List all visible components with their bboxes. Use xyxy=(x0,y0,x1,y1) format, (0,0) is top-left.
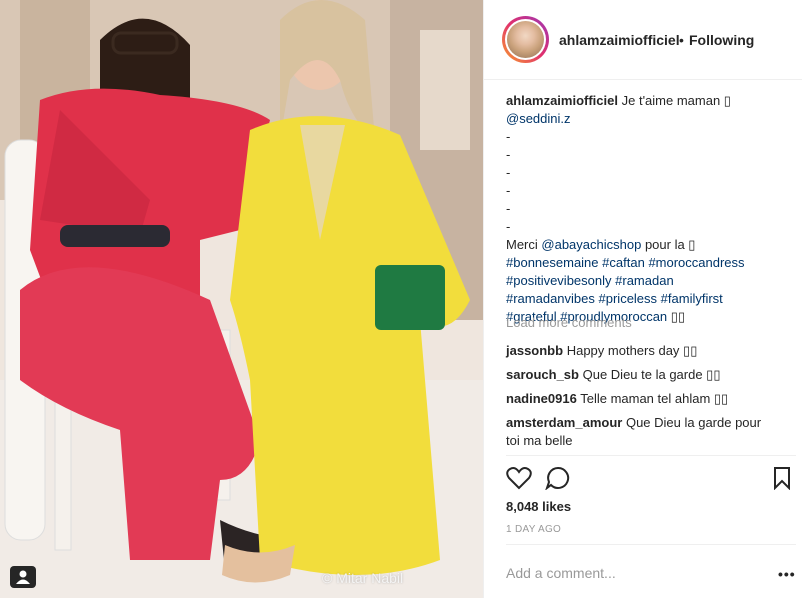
comment-item: amsterdam_amour Que Dieu la garde pour t… xyxy=(506,414,776,450)
caption-username[interactable]: ahlamzaimiofficiel xyxy=(506,93,618,108)
caption-dash: - xyxy=(506,147,511,162)
add-comment-input[interactable]: Add a comment... xyxy=(506,565,616,581)
bookmark-icon[interactable] xyxy=(772,466,792,493)
more-options-button[interactable]: ••• xyxy=(778,566,796,582)
mention-link[interactable]: @seddini.z xyxy=(506,111,571,126)
header-separator: • xyxy=(679,32,684,48)
mention-link[interactable]: @abayachicshop xyxy=(541,237,641,252)
hashtag-link[interactable]: #moroccandress xyxy=(648,255,744,270)
photo-watermark: © Mitar Nabil xyxy=(322,570,404,586)
comment-text: Happy mothers day ▯▯ xyxy=(566,343,698,358)
user-tag-icon[interactable] xyxy=(10,566,36,588)
post-sidebar: ahlamzaimiofficiel • Following ahlamzaim… xyxy=(483,0,802,598)
post-header: ahlamzaimiofficiel • Following xyxy=(484,0,802,80)
header-username[interactable]: ahlamzaimiofficiel xyxy=(559,32,680,48)
divider xyxy=(506,544,796,545)
caption-dash: - xyxy=(506,129,511,144)
comment-text: Telle maman tel ahlam ▯▯ xyxy=(580,391,729,406)
comment-item: nadine0916 Telle maman tel ahlam ▯▯ xyxy=(506,390,776,408)
hashtag-link[interactable]: #ramadan xyxy=(615,273,674,288)
comment-username[interactable]: sarouch_sb xyxy=(506,367,579,382)
comment-username[interactable]: nadine0916 xyxy=(506,391,577,406)
comment-username[interactable]: jassonbb xyxy=(506,343,563,358)
hashtag-link[interactable]: #ramadanvibes xyxy=(506,291,595,306)
hashtag-link[interactable]: #caftan xyxy=(602,255,645,270)
photo-illustration xyxy=(0,0,483,598)
heart-icon[interactable] xyxy=(506,466,532,493)
caption-dash: - xyxy=(506,201,511,216)
hashtag-link[interactable]: #priceless xyxy=(599,291,658,306)
caption-dash: - xyxy=(506,165,511,180)
hashtag-link[interactable]: #bonnesemaine xyxy=(506,255,599,270)
caption-dash: - xyxy=(506,219,511,234)
load-more-comments-button[interactable]: Load more comments xyxy=(506,315,632,330)
instagram-post-modal: © Mitar Nabil ahlamzaimiofficiel • Follo… xyxy=(0,0,802,598)
post-timestamp[interactable]: 1 DAY AGO xyxy=(506,524,561,535)
caption-text: Je t'aime maman ▯ xyxy=(621,93,731,108)
likes-count[interactable]: 8,048 likes xyxy=(506,499,571,514)
following-button[interactable]: Following xyxy=(689,32,754,48)
hashtag-link[interactable]: #positivevibesonly xyxy=(506,273,612,288)
comment-item: sarouch_sb Que Dieu te la garde ▯▯ xyxy=(506,366,776,384)
caption-dash: - xyxy=(506,183,511,198)
comment-item: jassonbb Happy mothers day ▯▯ xyxy=(506,342,776,360)
comment-username[interactable]: amsterdam_amour xyxy=(506,415,622,430)
caption: ahlamzaimiofficiel Je t'aime maman ▯ @se… xyxy=(506,92,776,326)
comment-text: Que Dieu te la garde ▯▯ xyxy=(582,367,721,382)
caption-merci: Merci xyxy=(506,237,542,252)
comment-icon[interactable] xyxy=(545,466,571,493)
avatar[interactable] xyxy=(502,16,549,63)
post-photo[interactable]: © Mitar Nabil xyxy=(0,0,483,598)
comment-list: jassonbb Happy mothers day ▯▯ sarouch_sb… xyxy=(506,342,776,456)
caption-end: ▯▯ xyxy=(670,309,686,324)
caption-merci-post: pour la ▯ xyxy=(641,237,696,252)
hashtag-link[interactable]: #familyfirst xyxy=(661,291,723,306)
divider xyxy=(506,455,796,456)
